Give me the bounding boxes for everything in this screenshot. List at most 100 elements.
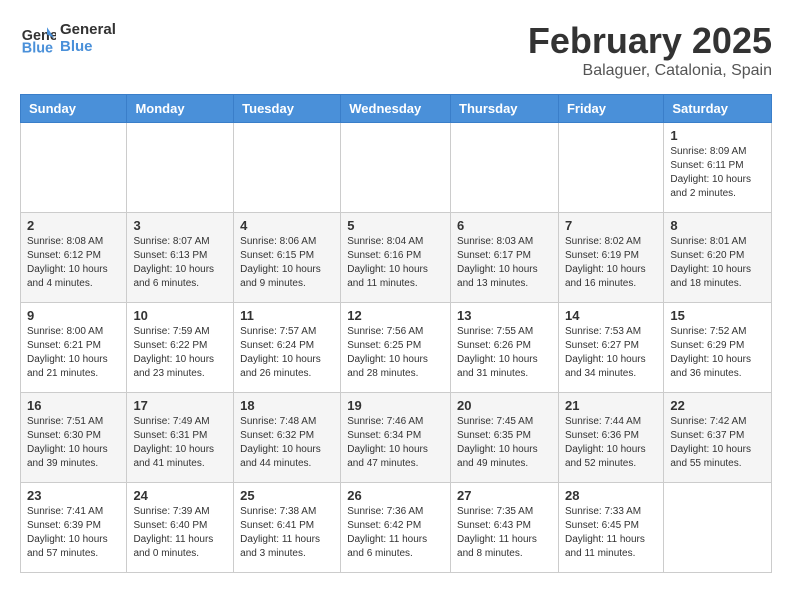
day-cell — [558, 123, 663, 213]
day-number: 27 — [457, 488, 552, 503]
day-cell: 5Sunrise: 8:04 AMSunset: 6:16 PMDaylight… — [341, 213, 451, 303]
weekday-header-saturday: Saturday — [664, 95, 772, 123]
weekday-header-thursday: Thursday — [451, 95, 559, 123]
day-cell — [127, 123, 234, 213]
day-info: Sunrise: 7:35 AMSunset: 6:43 PMDaylight:… — [457, 505, 552, 561]
day-number: 20 — [457, 398, 552, 413]
weekday-header-sunday: Sunday — [21, 95, 127, 123]
day-info: Sunrise: 7:59 AMSunset: 6:22 PMDaylight:… — [133, 325, 227, 381]
day-cell: 17 Sunrise: 7:49 AMSunset: 6:31 PMDayligh… — [127, 393, 234, 483]
day-cell — [341, 123, 451, 213]
day-cell: 27 Sunrise: 7:35 AMSunset: 6:43 PMDayligh… — [451, 483, 559, 573]
day-number: 2 — [27, 218, 120, 233]
day-cell: 12 Sunrise: 7:56 AMSunset: 6:25 PMDayligh… — [341, 303, 451, 393]
day-cell: 6 Sunrise: 8:03 AMSunset: 6:17 PMDaylight… — [451, 213, 559, 303]
day-cell — [21, 123, 127, 213]
day-info: Sunrise: 8:06 AMSunset: 6:15 PMDaylight:… — [240, 235, 334, 291]
day-cell: 24 Sunrise: 7:39 AMSunset: 6:40 PMDayligh… — [127, 483, 234, 573]
day-info: Sunrise: 8:03 AMSunset: 6:17 PMDaylight:… — [457, 235, 552, 291]
day-cell: 20 Sunrise: 7:45 AMSunset: 6:35 PMDayligh… — [451, 393, 559, 483]
day-number: 16 — [27, 398, 120, 413]
day-cell: 4 Sunrise: 8:06 AMSunset: 6:15 PMDaylight… — [234, 213, 341, 303]
day-number: 18 — [240, 398, 334, 413]
weekday-header-wednesday: Wednesday — [341, 95, 451, 123]
day-info: Sunrise: 8:02 AMSunset: 6:19 PMDaylight:… — [565, 235, 657, 291]
day-info: Sunrise: 7:57 AMSunset: 6:24 PMDaylight:… — [240, 325, 334, 381]
day-number: 17 — [133, 398, 227, 413]
svg-text:Blue: Blue — [22, 40, 53, 56]
day-number: 3 — [133, 218, 227, 233]
day-cell — [664, 483, 772, 573]
day-number: 21 — [565, 398, 657, 413]
day-info: Sunrise: 7:51 AMSunset: 6:30 PMDaylight:… — [27, 415, 120, 471]
day-info: Sunrise: 8:08 AMSunset: 6:12 PMDaylight:… — [27, 235, 120, 291]
day-number: 10 — [133, 308, 227, 323]
day-cell: 14 Sunrise: 7:53 AMSunset: 6:27 PMDayligh… — [558, 303, 663, 393]
day-cell — [234, 123, 341, 213]
day-cell: 21 Sunrise: 7:44 AMSunset: 6:36 PMDayligh… — [558, 393, 663, 483]
day-info: Sunrise: 8:00 AMSunset: 6:21 PMDaylight:… — [27, 325, 120, 381]
day-number: 13 — [457, 308, 552, 323]
day-info: Sunrise: 7:38 AMSunset: 6:41 PMDaylight:… — [240, 505, 334, 561]
day-cell: 25 Sunrise: 7:38 AMSunset: 6:41 PMDayligh… — [234, 483, 341, 573]
day-number: 23 — [27, 488, 120, 503]
day-info: Sunrise: 7:46 AMSunset: 6:34 PMDaylight:… — [347, 415, 444, 471]
day-info: Sunrise: 7:52 AMSunset: 6:29 PMDaylight:… — [670, 325, 765, 381]
week-row-3: 9 Sunrise: 8:00 AMSunset: 6:21 PMDaylight… — [21, 303, 772, 393]
day-info: Sunrise: 7:53 AMSunset: 6:27 PMDaylight:… — [565, 325, 657, 381]
day-info: Sunrise: 7:44 AMSunset: 6:36 PMDaylight:… — [565, 415, 657, 471]
day-number: 19 — [347, 398, 444, 413]
day-cell: 26Sunrise: 7:36 AMSunset: 6:42 PMDayligh… — [341, 483, 451, 573]
day-info: Sunrise: 7:42 AMSunset: 6:37 PMDaylight:… — [670, 415, 765, 471]
day-cell: 15 Sunrise: 7:52 AMSunset: 6:29 PMDayligh… — [664, 303, 772, 393]
day-info: Sunrise: 8:07 AMSunset: 6:13 PMDaylight:… — [133, 235, 227, 291]
day-cell: 3 Sunrise: 8:07 AMSunset: 6:13 PMDaylight… — [127, 213, 234, 303]
day-info: Sunrise: 7:48 AMSunset: 6:32 PMDaylight:… — [240, 415, 334, 471]
logo-general: General — [60, 21, 116, 38]
week-row-4: 16 Sunrise: 7:51 AMSunset: 6:30 PMDayligh… — [21, 393, 772, 483]
day-info: Sunrise: 7:56 AMSunset: 6:25 PMDaylight:… — [347, 325, 444, 381]
day-info: Sunrise: 8:01 AMSunset: 6:20 PMDaylight:… — [670, 235, 765, 291]
day-info: Sunrise: 8:09 AMSunset: 6:11 PMDaylight:… — [670, 145, 765, 201]
day-cell: 2 Sunrise: 8:08 AMSunset: 6:12 PMDaylight… — [21, 213, 127, 303]
day-cell: 22Sunrise: 7:42 AMSunset: 6:37 PMDayligh… — [664, 393, 772, 483]
calendar-table: SundayMondayTuesdayWednesdayThursdayFrid… — [20, 94, 772, 573]
weekday-header-friday: Friday — [558, 95, 663, 123]
day-number: 9 — [27, 308, 120, 323]
weekday-header-row: SundayMondayTuesdayWednesdayThursdayFrid… — [21, 95, 772, 123]
title-section: February 2025 Balaguer, Catalonia, Spain — [528, 20, 772, 80]
day-info: Sunrise: 7:36 AMSunset: 6:42 PMDaylight:… — [347, 505, 444, 561]
day-cell: 7 Sunrise: 8:02 AMSunset: 6:19 PMDaylight… — [558, 213, 663, 303]
day-number: 6 — [457, 218, 552, 233]
day-number: 1 — [670, 128, 765, 143]
day-info: Sunrise: 7:45 AMSunset: 6:35 PMDaylight:… — [457, 415, 552, 471]
day-number: 15 — [670, 308, 765, 323]
calendar-body: 1 Sunrise: 8:09 AMSunset: 6:11 PMDaylight… — [21, 123, 772, 573]
day-cell: 16 Sunrise: 7:51 AMSunset: 6:30 PMDayligh… — [21, 393, 127, 483]
day-number: 7 — [565, 218, 657, 233]
day-cell: 1 Sunrise: 8:09 AMSunset: 6:11 PMDaylight… — [664, 123, 772, 213]
day-info: Sunrise: 7:49 AMSunset: 6:31 PMDaylight:… — [133, 415, 227, 471]
weekday-header-monday: Monday — [127, 95, 234, 123]
day-number: 25 — [240, 488, 334, 503]
day-number: 5 — [347, 218, 444, 233]
day-cell: 9 Sunrise: 8:00 AMSunset: 6:21 PMDaylight… — [21, 303, 127, 393]
day-cell: 18 Sunrise: 7:48 AMSunset: 6:32 PMDayligh… — [234, 393, 341, 483]
day-number: 28 — [565, 488, 657, 503]
day-info: Sunrise: 7:41 AMSunset: 6:39 PMDaylight:… — [27, 505, 120, 561]
day-number: 8 — [670, 218, 765, 233]
logo-blue: Blue — [60, 38, 116, 55]
day-number: 12 — [347, 308, 444, 323]
day-cell: 19 Sunrise: 7:46 AMSunset: 6:34 PMDayligh… — [341, 393, 451, 483]
day-info: Sunrise: 7:39 AMSunset: 6:40 PMDaylight:… — [133, 505, 227, 561]
day-cell: 8 Sunrise: 8:01 AMSunset: 6:20 PMDaylight… — [664, 213, 772, 303]
day-number: 11 — [240, 308, 334, 323]
day-number: 14 — [565, 308, 657, 323]
logo: General Blue General Blue — [20, 20, 116, 56]
day-number: 24 — [133, 488, 227, 503]
day-number: 4 — [240, 218, 334, 233]
week-row-2: 2 Sunrise: 8:08 AMSunset: 6:12 PMDaylight… — [21, 213, 772, 303]
month-title: February 2025 — [528, 20, 772, 62]
day-cell: 10 Sunrise: 7:59 AMSunset: 6:22 PMDayligh… — [127, 303, 234, 393]
day-cell: 28Sunrise: 7:33 AMSunset: 6:45 PMDayligh… — [558, 483, 663, 573]
